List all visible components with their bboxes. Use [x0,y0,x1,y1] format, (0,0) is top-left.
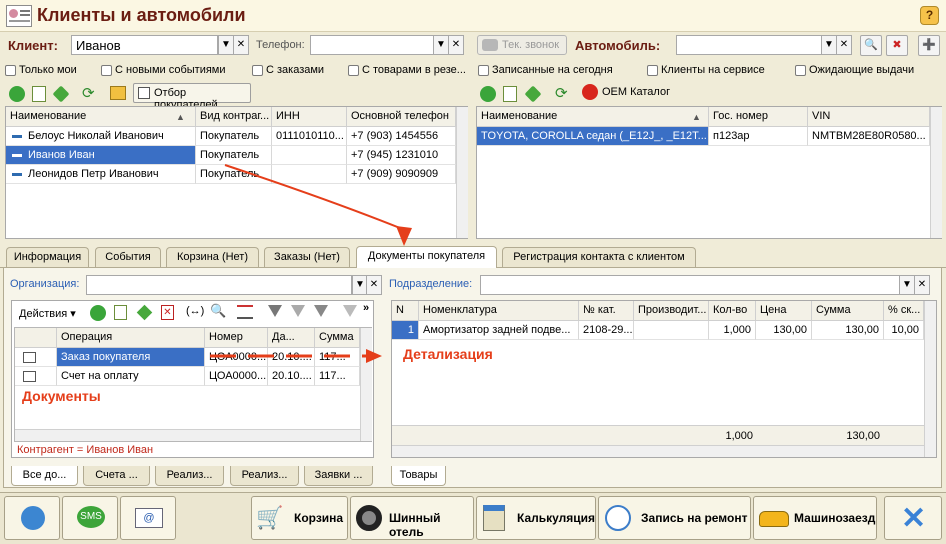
clock-icon [605,505,631,531]
calculator-icon [483,505,505,531]
arrowhead-to-detail [366,349,382,363]
taxi-icon [759,511,789,527]
email-icon: @ [135,508,163,528]
phone-call-button[interactable] [4,496,60,540]
sms-icon: SMS [77,506,105,528]
annotation-arrows [210,164,412,363]
cart-icon: 🛒 [256,505,284,530]
phone-call-icon [21,506,45,530]
cart-button[interactable]: 🛒 Корзина [251,496,348,540]
arrowhead-to-tab [396,226,412,246]
car-arrival-button[interactable]: Машинозаезд [753,496,877,540]
tire-hotel-button[interactable]: Шинный отель [350,496,474,540]
sms-button[interactable]: SMS [62,496,118,540]
close-button[interactable]: ✕ [884,496,942,540]
arrow-to-tab [224,164,401,229]
repair-booking-button[interactable]: Запись на ремонт [598,496,751,540]
tire-icon [356,505,382,531]
calculation-button[interactable]: Калькуляция [476,496,596,540]
email-button[interactable]: @ [120,496,176,540]
close-icon: ✕ [901,502,927,535]
